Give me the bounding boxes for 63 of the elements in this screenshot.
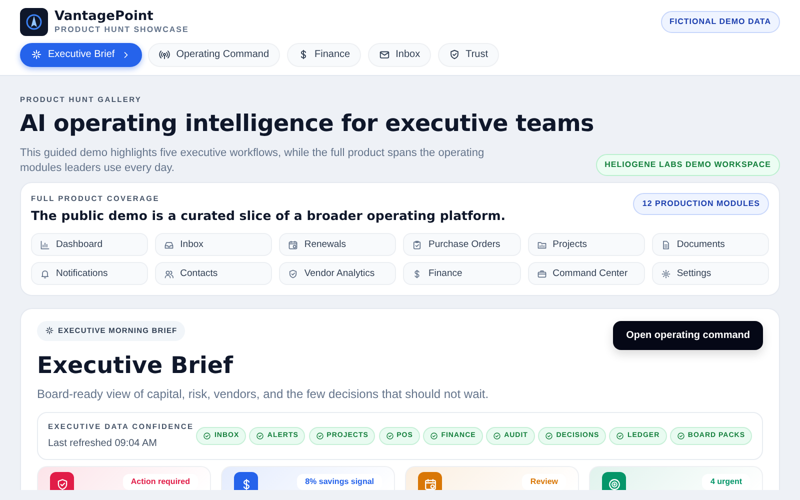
check-circle-icon [493, 432, 502, 440]
nav-tab[interactable]: Inbox [368, 42, 432, 66]
module-link[interactable]: Dashboard [31, 233, 148, 256]
inbox-icon [164, 240, 174, 250]
dollar-icon [412, 268, 422, 279]
module-link[interactable]: Projects [528, 233, 645, 256]
nav-tab[interactable]: Finance [286, 42, 362, 66]
module-link[interactable]: Vendor Analytics [279, 262, 396, 286]
refresh-time: Last refreshed 09:04 AM [48, 436, 158, 451]
open-command-button[interactable]: Open operating command [613, 321, 763, 350]
sparkle-icon [31, 49, 42, 60]
nav-tab[interactable]: Executive Brief [20, 42, 142, 66]
module-link[interactable]: Finance [403, 262, 521, 286]
check-circle-icon [676, 432, 685, 440]
folder-icon [536, 240, 547, 250]
modules-badge: 12 PRODUCTION MODULES [633, 193, 769, 216]
check-circle-icon [316, 432, 324, 440]
module-link[interactable]: Command Center [528, 262, 645, 286]
target-icon [608, 478, 620, 490]
check-circle-icon [430, 432, 438, 440]
module-link[interactable]: Purchase Orders [403, 233, 521, 256]
workspace-badge: HELIOGENE LABS DEMO WORKSPACE [596, 154, 780, 176]
shield-icon [288, 268, 298, 279]
check-circle-icon [545, 432, 554, 440]
nav-tab[interactable]: Operating Command [148, 42, 280, 66]
gear-icon [660, 268, 671, 279]
check-circle-icon [386, 432, 394, 440]
broadcast-icon [159, 49, 170, 60]
users-icon [164, 268, 174, 279]
demo-data-badge: FICTIONAL DEMO DATA [660, 11, 780, 33]
brief-description: Board-ready view of capital, risk, vendors, and the few decisions that should not wait. [37, 387, 489, 402]
module-link[interactable]: Settings [652, 262, 769, 286]
shield-icon [56, 478, 68, 490]
card-title: The public demo is a curated slice of a broader operating platform. [31, 206, 506, 225]
app-name: VantagePoint [54, 8, 154, 24]
check-circle-icon [616, 432, 624, 440]
check-circle-icon [203, 432, 212, 440]
mail-icon [378, 49, 390, 60]
module-link[interactable]: Contacts [155, 262, 272, 286]
clipboard-icon [412, 240, 422, 250]
module-link[interactable]: Inbox [155, 233, 272, 256]
metric-status-badge: 8% savings signal [297, 474, 382, 490]
nav-tab[interactable]: Trust [438, 42, 499, 66]
module-link[interactable]: Renewals [279, 233, 396, 256]
app-logo [20, 8, 48, 36]
briefcase-icon [536, 268, 547, 279]
sparkle-icon [45, 326, 54, 336]
bell-icon [40, 268, 50, 279]
module-link[interactable]: Documents [652, 233, 769, 256]
calendar-icon [288, 240, 298, 250]
bar-chart-icon [40, 240, 50, 250]
app-tagline: PRODUCT HUNT SHOWCASE [54, 24, 189, 36]
page-description: This guided demo highlights five executive workflows, while the full product spans the operating modules leaders use every day. [20, 146, 486, 176]
metric-status-badge: Review [522, 474, 566, 490]
brief-heading: Executive Brief [37, 352, 234, 381]
check-circle-icon [256, 432, 264, 440]
calendar-icon [424, 478, 436, 490]
metric-status-badge: 4 urgent [702, 474, 750, 490]
shield-icon [448, 49, 460, 60]
page-heading: AI operating intelligence for executive teams [20, 110, 595, 140]
metric-status-badge: Action required [122, 474, 198, 490]
document-icon [660, 240, 671, 250]
module-link[interactable]: Notifications [31, 262, 148, 286]
